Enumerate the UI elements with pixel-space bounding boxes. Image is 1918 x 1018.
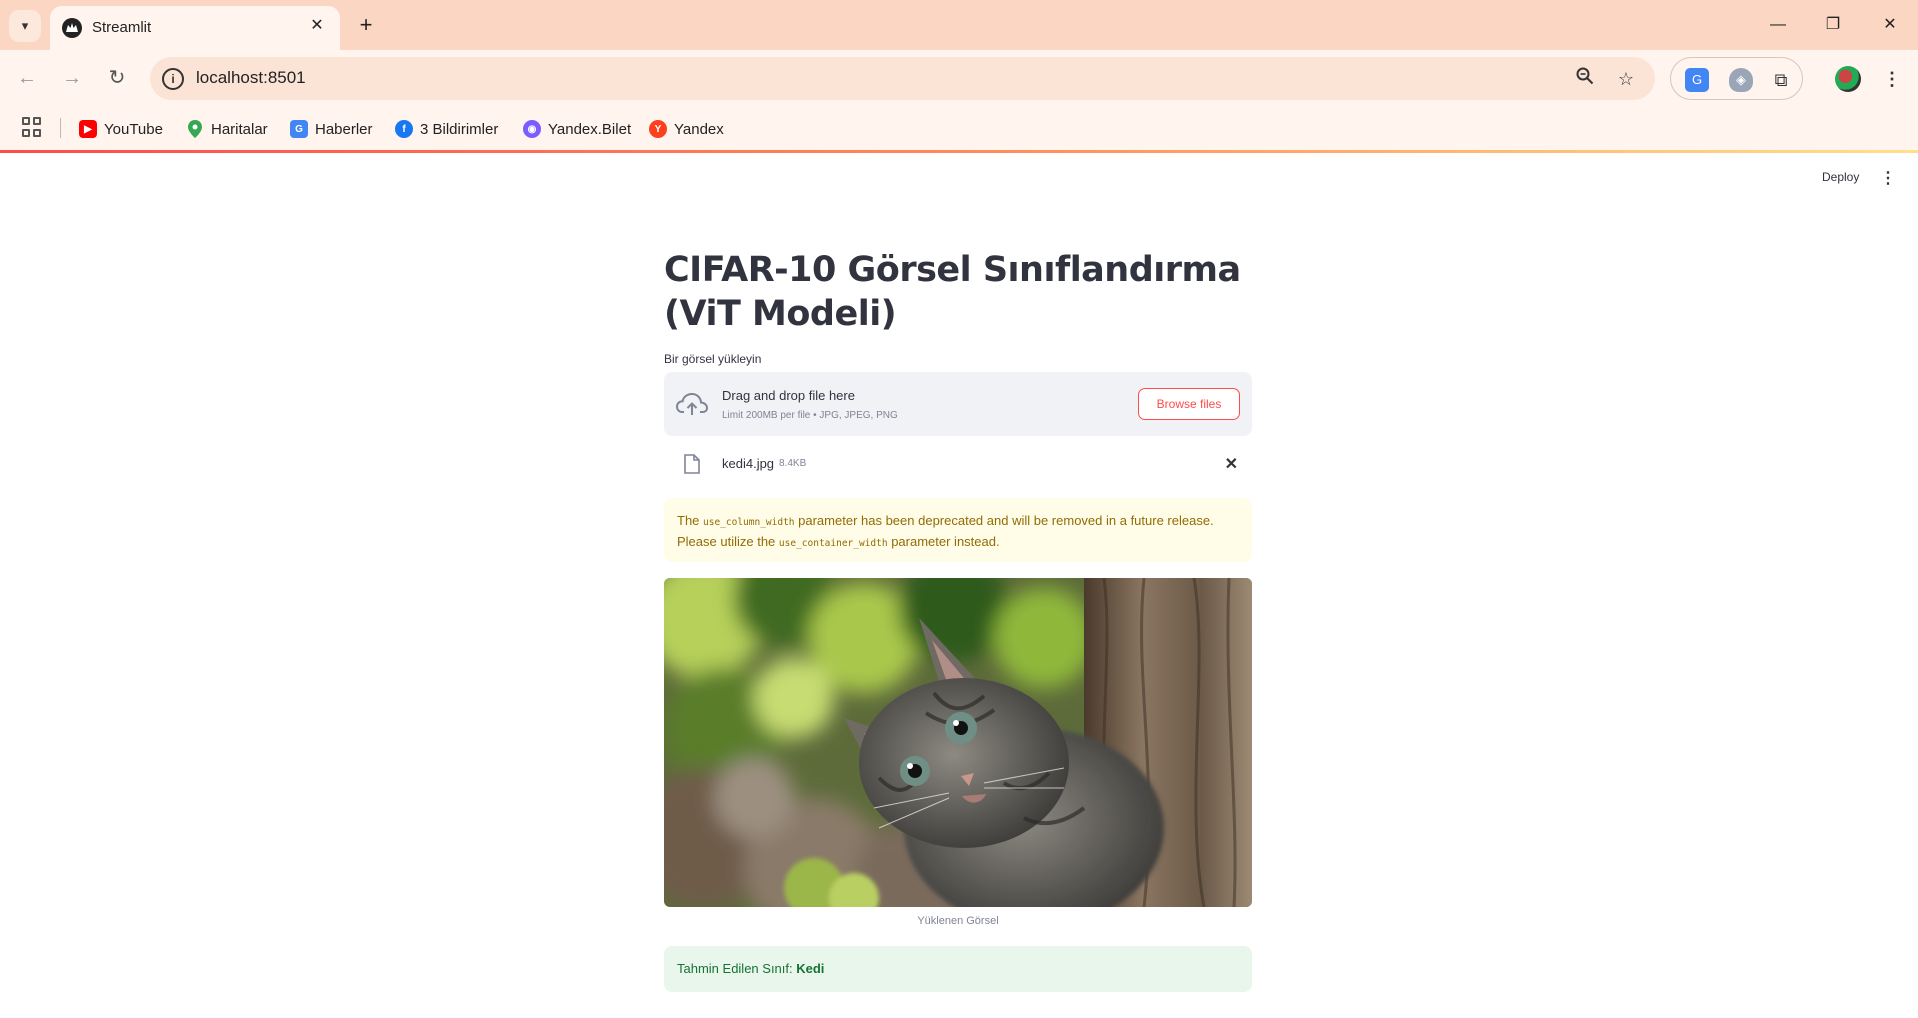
- yandex-icon: Y: [649, 120, 667, 138]
- uploaded-file-name: kedi4.jpg: [722, 456, 775, 471]
- warning-code-new-param: use_container_width: [778, 538, 888, 549]
- warning-text: parameter instead.: [887, 534, 1000, 549]
- profile-avatar[interactable]: [1835, 66, 1861, 92]
- bookmark-bildirimler[interactable]: f 3 Bildirimler: [395, 117, 498, 141]
- bookmarks-separator: [60, 118, 61, 138]
- browser-tab[interactable]: Streamlit ✕: [50, 6, 340, 50]
- window-close-button[interactable]: ✕: [1870, 10, 1910, 40]
- prediction-label: Tahmin Edilen Sınıf:: [677, 961, 797, 976]
- browser-menu-icon[interactable]: ⋮: [1882, 64, 1902, 94]
- bookmark-star-icon[interactable]: ☆: [1613, 66, 1639, 92]
- dropzone-limit-text: Limit 200MB per file • JPG, JPEG, PNG: [722, 410, 898, 421]
- restore-button[interactable]: ❐: [1813, 10, 1853, 40]
- address-bar[interactable]: i localhost:8501 ☆: [150, 57, 1655, 100]
- site-info-icon[interactable]: i: [162, 68, 184, 90]
- news-icon: G: [290, 120, 308, 138]
- tab-close-icon[interactable]: ✕: [306, 15, 328, 37]
- tab-search-button[interactable]: ▾: [9, 10, 41, 42]
- uploaded-image: [664, 578, 1252, 907]
- youtube-icon: ▶: [79, 120, 97, 138]
- url-text[interactable]: localhost:8501: [196, 68, 306, 88]
- bookmark-haberler[interactable]: G Haberler: [290, 117, 373, 141]
- extensions-puzzle-icon[interactable]: ⧉: [1769, 68, 1793, 92]
- file-dropzone[interactable]: Drag and drop file here Limit 200MB per …: [664, 372, 1252, 436]
- uploaded-file-row: kedi4.jpg 8.4KB ✕: [664, 446, 1252, 486]
- prediction-result: Tahmin Edilen Sınıf: Kedi: [664, 946, 1252, 992]
- minimize-button[interactable]: —: [1758, 10, 1798, 40]
- main-content: CIFAR-10 Görsel Sınıflandırma (ViT Model…: [664, 248, 1252, 992]
- bookmarks-bar: ▶ YouTube Haritalar G Haberler f 3 Bildi…: [0, 108, 1918, 150]
- uploader-label: Bir görsel yükleyin: [664, 352, 762, 366]
- facebook-icon: f: [395, 120, 413, 138]
- bookmark-haritalar[interactable]: Haritalar: [186, 117, 268, 141]
- reload-button[interactable]: ↻: [102, 63, 132, 93]
- forward-button[interactable]: →: [57, 63, 87, 93]
- image-caption: Yüklenen Görsel: [917, 915, 999, 927]
- streamlit-favicon-icon: [62, 18, 82, 38]
- extensions-group: G ◈ ⧉: [1670, 57, 1803, 100]
- deploy-button[interactable]: Deploy: [1822, 170, 1859, 184]
- bookmark-label: YouTube: [104, 120, 163, 138]
- bookmark-label: Haberler: [315, 120, 373, 138]
- remove-file-icon[interactable]: ✕: [1225, 454, 1238, 474]
- back-button[interactable]: ←: [12, 63, 42, 93]
- kitten-photo: [664, 578, 1252, 907]
- maps-pin-icon: [186, 120, 204, 138]
- bookmark-label: Yandex.Bilet: [548, 120, 632, 138]
- yandex-bilet-icon: ◉: [523, 120, 541, 138]
- shield-extension-icon[interactable]: ◈: [1729, 68, 1753, 92]
- file-icon: [684, 454, 700, 474]
- dropzone-instructions: Drag and drop file here: [722, 388, 855, 403]
- bookmark-youtube[interactable]: ▶ YouTube: [79, 117, 163, 141]
- prediction-value: Kedi: [796, 961, 825, 976]
- uploaded-file-size: 8.4KB: [779, 458, 807, 469]
- streamlit-header-decoration: [0, 150, 1918, 153]
- deprecation-warning: The use_column_width parameter has been …: [664, 498, 1252, 562]
- browser-tab-bar: ▾ Streamlit ✕ + — ❐ ✕: [0, 0, 1918, 50]
- bookmark-yandex[interactable]: Y Yandex: [649, 117, 724, 141]
- apps-grid-icon[interactable]: [22, 117, 42, 137]
- warning-text: The: [677, 513, 704, 528]
- tab-title: Streamlit: [92, 19, 152, 36]
- bookmark-label: Haritalar: [211, 120, 268, 138]
- warning-code-old-param: use_column_width: [703, 517, 795, 528]
- new-tab-button[interactable]: +: [352, 11, 380, 39]
- bookmark-label: Yandex: [674, 120, 724, 138]
- cloud-upload-icon: [676, 392, 708, 415]
- bookmark-label: 3 Bildirimler: [420, 120, 499, 138]
- bookmark-yandex-bilet[interactable]: ◉ Yandex.Bilet: [523, 117, 631, 141]
- zoom-icon[interactable]: [1572, 66, 1598, 92]
- browse-files-button[interactable]: Browse files: [1138, 388, 1240, 420]
- google-translate-icon[interactable]: G: [1685, 68, 1709, 92]
- page-title: CIFAR-10 Görsel Sınıflandırma (ViT Model…: [664, 250, 1241, 334]
- main-menu-icon[interactable]: ⋮: [1880, 168, 1896, 188]
